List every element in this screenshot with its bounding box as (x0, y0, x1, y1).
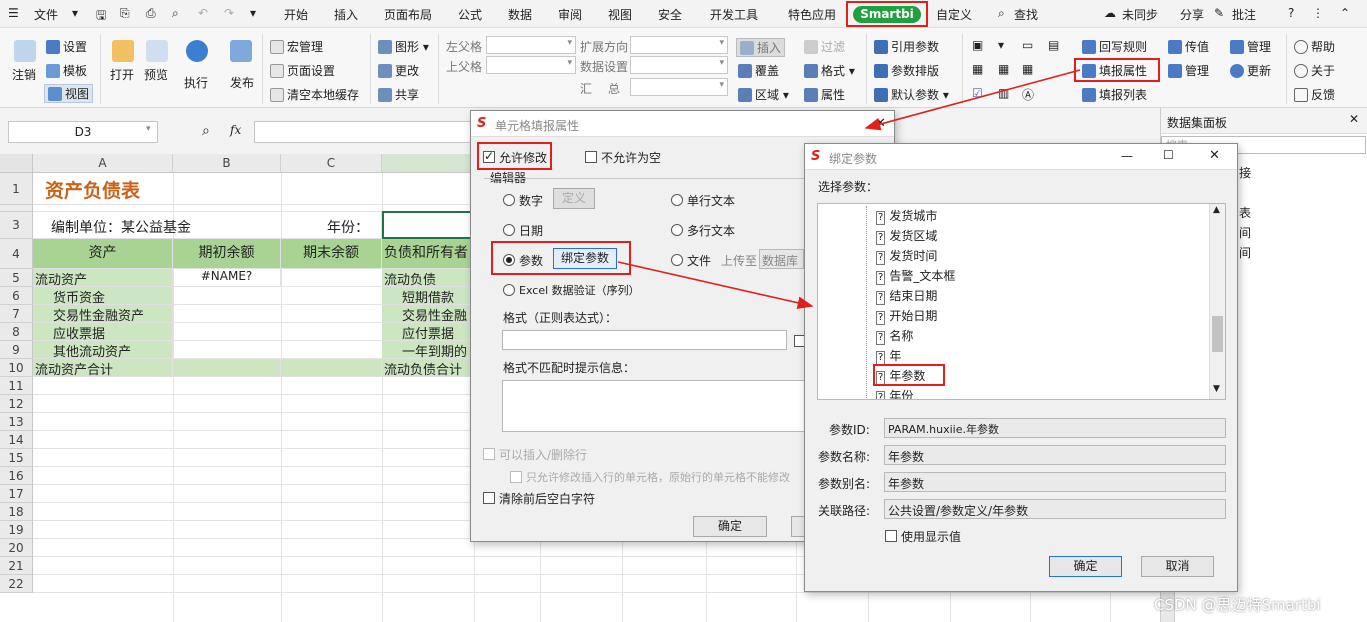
arrow-to-dialog2 (617, 261, 814, 310)
arrow-to-dialog1 (864, 69, 1081, 131)
annotation-arrows (617, 69, 1081, 310)
watermark: CSDN @思迈特Smartbi (1154, 596, 1321, 614)
